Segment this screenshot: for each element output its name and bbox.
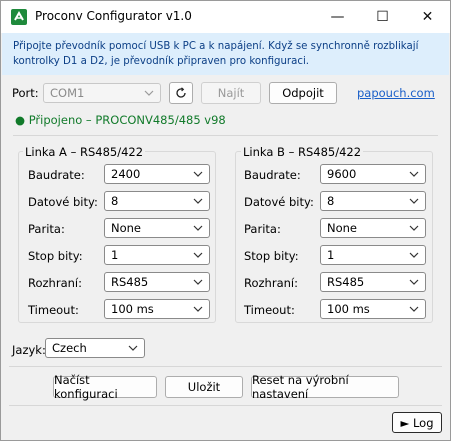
- divider: [9, 366, 442, 367]
- info-banner: Připojte převodník pomocí USB k PC a k n…: [2, 33, 449, 75]
- line-a-stopbits-select[interactable]: 1: [104, 245, 210, 265]
- log-toggle-button[interactable]: ► Log: [392, 412, 442, 433]
- line-a-baudrate-select[interactable]: 2400: [104, 164, 210, 184]
- chevron-down-icon: [409, 306, 419, 312]
- line-b-databits-select[interactable]: 8: [320, 191, 426, 211]
- chevron-down-icon: [128, 345, 138, 351]
- chevron-down-icon: [409, 279, 419, 285]
- line-a-timeout-select[interactable]: 100 ms: [104, 299, 210, 319]
- language-select-value: Czech: [52, 341, 87, 355]
- line-b-databits-value: 8: [327, 194, 335, 208]
- find-button[interactable]: Najít: [201, 82, 261, 104]
- line-b-baudrate-label: Baudrate:: [244, 168, 301, 182]
- app-window: Proconv Configurator v1.0 — ☐ ✕ Připojte…: [0, 0, 451, 441]
- line-b-interface-select[interactable]: RS485: [320, 272, 426, 292]
- divider: [13, 135, 438, 136]
- chevron-down-icon: [409, 198, 419, 204]
- line-b-stopbits-value: 1: [327, 248, 335, 262]
- line-a-baudrate-label: Baudrate:: [28, 168, 85, 182]
- line-b-parity-select[interactable]: None: [320, 218, 426, 238]
- line-a-databits-value: 8: [111, 194, 119, 208]
- line-a-interface-value: RS485: [111, 275, 149, 289]
- chevron-down-icon: [193, 198, 203, 204]
- line-a-parity-select[interactable]: None: [104, 218, 210, 238]
- line-b-databits-label: Datové bity:: [244, 195, 314, 209]
- refresh-button[interactable]: [169, 82, 193, 104]
- port-select[interactable]: COM1: [43, 83, 161, 103]
- close-icon: ✕: [421, 9, 434, 25]
- app-logo-icon: [11, 9, 27, 25]
- title-bar[interactable]: Proconv Configurator v1.0 — ☐ ✕: [1, 1, 450, 33]
- info-banner-text: Připojte převodník pomocí USB k PC a k n…: [13, 41, 419, 67]
- line-b-title: Linka B – RS485/422: [241, 145, 364, 159]
- line-b-interface-value: RS485: [327, 275, 365, 289]
- maximize-button[interactable]: ☐: [360, 1, 405, 33]
- line-a-interface-select[interactable]: RS485: [104, 272, 210, 292]
- load-config-button[interactable]: Načíst konfiguraci: [53, 373, 157, 401]
- line-a-stopbits-value: 1: [111, 248, 119, 262]
- chevron-down-icon: [144, 90, 154, 96]
- port-row: Port: COM1 Najít Odpojit papouch.com: [1, 82, 450, 105]
- refresh-icon: [176, 87, 186, 98]
- connection-status: ● Připojeno – PROCONV485/485 v98: [15, 113, 226, 127]
- close-button[interactable]: ✕: [405, 1, 450, 33]
- chevron-down-icon: [193, 225, 203, 231]
- line-a-title: Linka A – RS485/422: [23, 145, 146, 159]
- chevron-down-icon: [409, 225, 419, 231]
- chevron-down-icon: [193, 171, 203, 177]
- disconnect-button[interactable]: Odpojit: [269, 82, 337, 104]
- line-a-parity-label: Parita:: [28, 222, 65, 236]
- chevron-down-icon: [193, 306, 203, 312]
- language-label: Jazyk:: [12, 343, 46, 357]
- divider: [9, 405, 442, 406]
- port-select-value: COM1: [50, 86, 85, 100]
- line-a-timeout-value: 100 ms: [111, 302, 154, 316]
- line-a-baudrate-value: 2400: [111, 167, 141, 181]
- line-b-timeout-select[interactable]: 100 ms: [320, 299, 426, 319]
- save-button[interactable]: Uložit: [165, 376, 243, 398]
- line-b-interface-label: Rozhraní:: [244, 276, 298, 290]
- chevron-down-icon: [193, 252, 203, 258]
- line-b-timeout-label: Timeout:: [244, 303, 295, 317]
- port-label: Port:: [12, 86, 39, 100]
- chevron-down-icon: [193, 279, 203, 285]
- line-b-parity-value: None: [327, 221, 358, 235]
- line-b-parity-label: Parita:: [244, 222, 281, 236]
- line-a-parity-value: None: [111, 221, 142, 235]
- papouch-link[interactable]: papouch.com: [357, 86, 435, 100]
- line-a-stopbits-label: Stop bity:: [28, 249, 83, 263]
- line-a-databits-label: Datové bity:: [28, 195, 98, 209]
- line-b-baudrate-select[interactable]: 9600: [320, 164, 426, 184]
- line-b-timeout-value: 100 ms: [327, 302, 370, 316]
- line-a-timeout-label: Timeout:: [28, 303, 79, 317]
- line-b-stopbits-select[interactable]: 1: [320, 245, 426, 265]
- line-a-interface-label: Rozhraní:: [28, 276, 82, 290]
- maximize-icon: ☐: [376, 9, 389, 25]
- reset-defaults-button[interactable]: Reset na výrobní nastavení: [251, 373, 399, 401]
- chevron-down-icon: [409, 171, 419, 177]
- line-a-databits-select[interactable]: 8: [104, 191, 210, 211]
- minimize-button[interactable]: —: [315, 1, 360, 33]
- minimize-icon: —: [330, 9, 345, 25]
- language-select[interactable]: Czech: [45, 338, 145, 358]
- line-b-stopbits-label: Stop bity:: [244, 249, 299, 263]
- line-b-baudrate-value: 9600: [327, 167, 357, 181]
- window-title: Proconv Configurator v1.0: [35, 9, 192, 23]
- chevron-down-icon: [409, 252, 419, 258]
